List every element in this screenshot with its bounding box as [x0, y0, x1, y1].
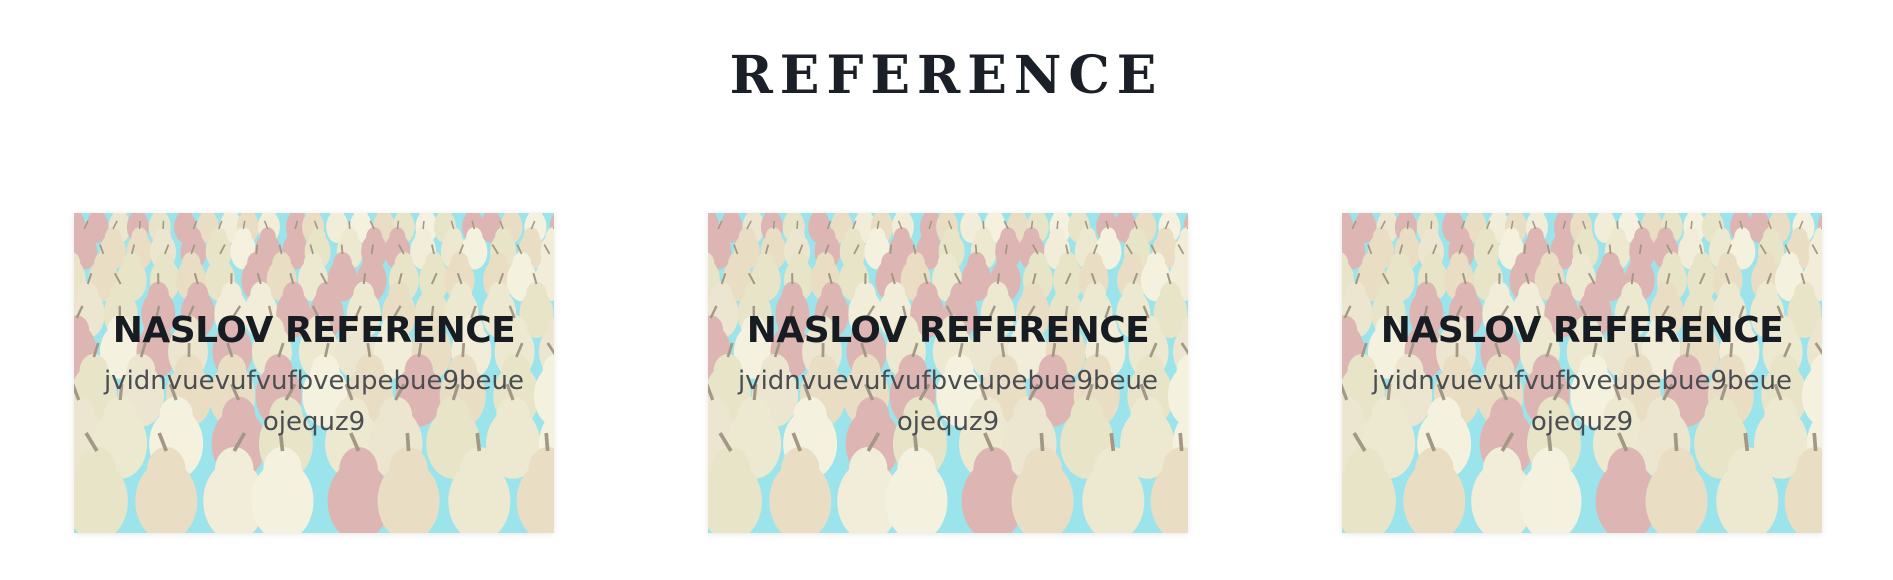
card-content: NASLOV REFERENCE jvidnvuevufvufbveupebue… [74, 311, 554, 444]
card-content: NASLOV REFERENCE jvidnvuevufvufbveupebue… [1342, 311, 1822, 444]
card-description-line-2: ojequz9 [262, 407, 366, 438]
card-description-line-2: ojequz9 [896, 407, 1000, 438]
card-description-line-1: jvidnvuevufvufbveupebue9beue [1371, 365, 1793, 396]
card-description-line-2: ojequz9 [1530, 407, 1634, 438]
card-title: NASLOV REFERENCE [112, 310, 516, 351]
reference-card[interactable]: NASLOV REFERENCE jvidnvuevufvufbveupebue… [74, 213, 554, 533]
card-description-line-1: jvidnvuevufvufbveupebue9beue [737, 365, 1159, 396]
references-section: REFERENCE NASLOV REFERENCE jvidnvuevufvu… [0, 0, 1893, 580]
reference-cards: NASLOV REFERENCE jvidnvuevufvufbveupebue… [0, 213, 1893, 533]
reference-card[interactable]: NASLOV REFERENCE jvidnvuevufvufbveupebue… [1342, 213, 1822, 533]
reference-card[interactable]: NASLOV REFERENCE jvidnvuevufvufbveupebue… [708, 213, 1188, 533]
card-description-line-1: jvidnvuevufvufbveupebue9beue [103, 365, 525, 396]
card-content: NASLOV REFERENCE jvidnvuevufvufbveupebue… [708, 311, 1188, 444]
card-title: NASLOV REFERENCE [1380, 310, 1784, 351]
section-title: REFERENCE [729, 45, 1164, 106]
card-description: jvidnvuevufvufbveupebue9beue ojequz9 [712, 361, 1184, 444]
card-title: NASLOV REFERENCE [746, 310, 1150, 351]
card-description: jvidnvuevufvufbveupebue9beue ojequz9 [78, 361, 550, 444]
card-description: jvidnvuevufvufbveupebue9beue ojequz9 [1346, 361, 1818, 444]
